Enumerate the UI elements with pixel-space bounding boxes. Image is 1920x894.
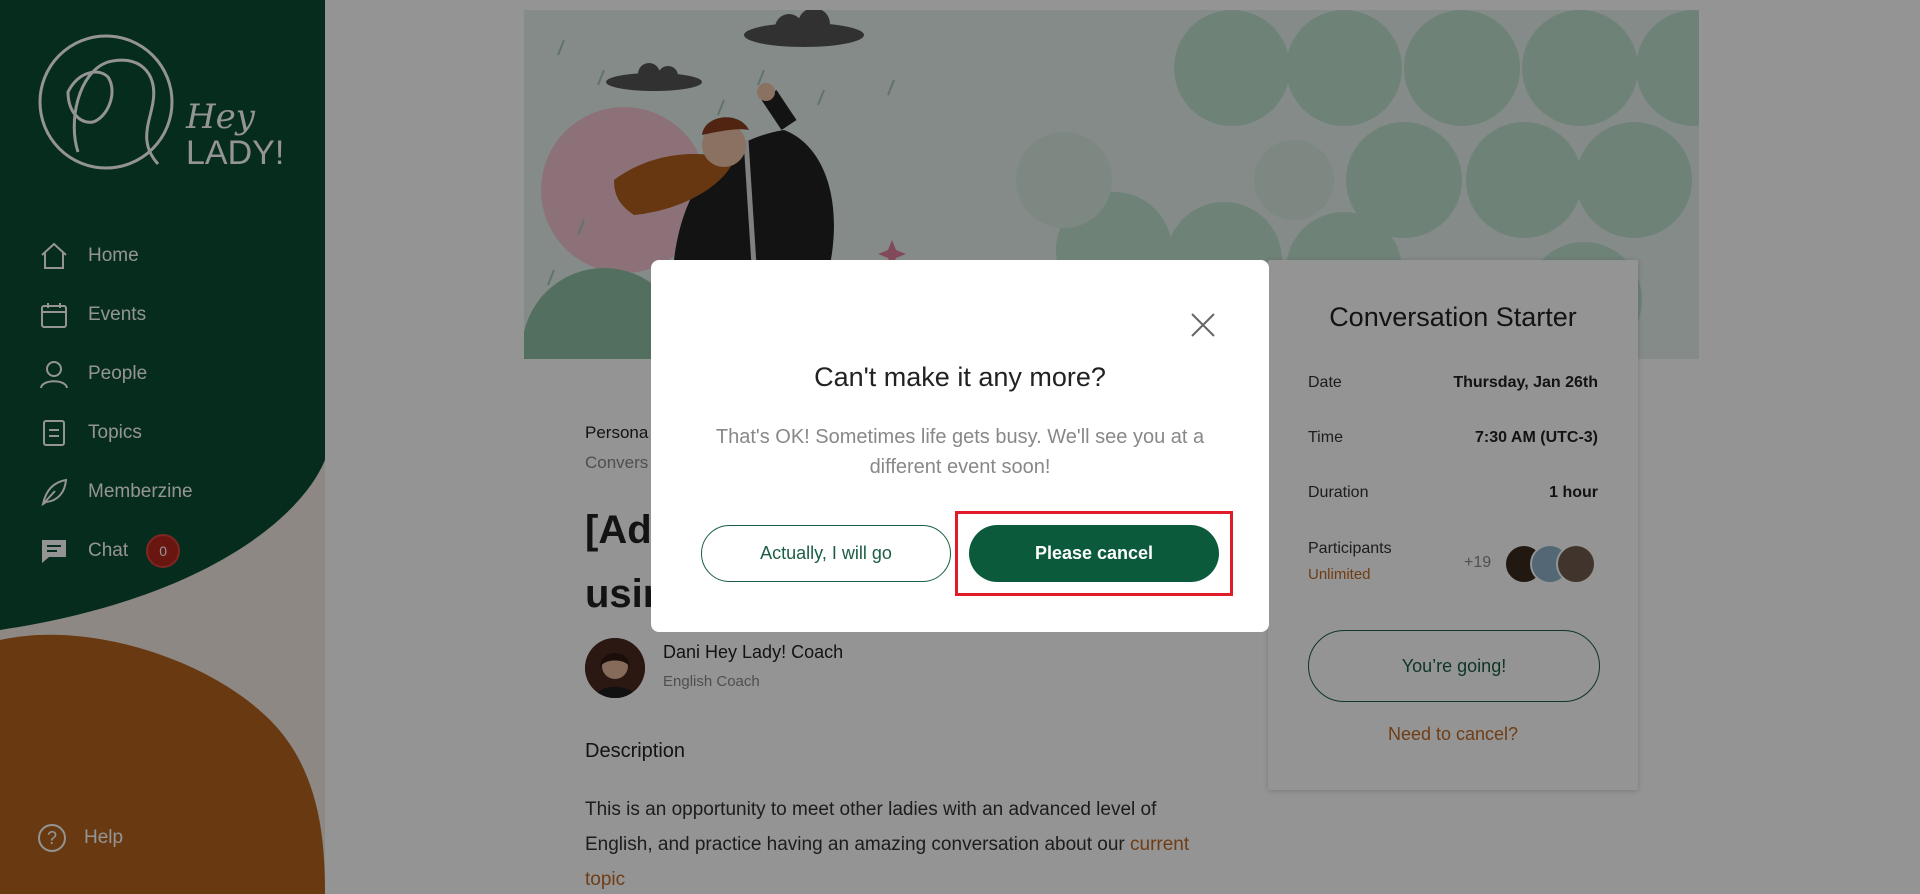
please-cancel-button[interactable]: Please cancel (969, 525, 1219, 582)
actually-i-will-go-button[interactable]: Actually, I will go (701, 525, 951, 582)
cancel-attendance-dialog: Can't make it any more? That's OK! Somet… (651, 260, 1269, 632)
dialog-title: Can't make it any more? (814, 362, 1106, 392)
close-icon[interactable] (1188, 310, 1218, 340)
dialog-message: That's OK! Sometimes life gets busy. We'… (715, 426, 1205, 478)
